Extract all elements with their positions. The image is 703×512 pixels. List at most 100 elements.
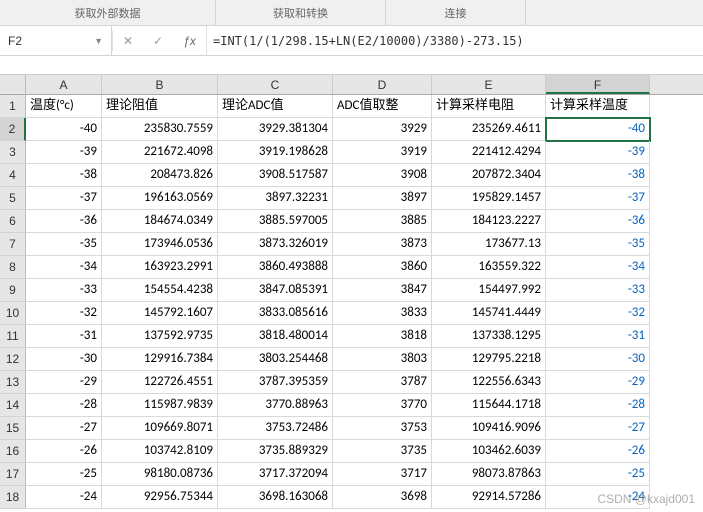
cell[interactable]: 3919.198628 [218,141,333,164]
cell[interactable]: 3919 [333,141,432,164]
row-header[interactable]: 5 [0,187,26,210]
cell-header[interactable]: 理论阻值 [102,95,218,118]
cell[interactable]: 154554.4238 [102,279,218,302]
cell[interactable]: 173946.0536 [102,233,218,256]
cell[interactable]: 3847 [333,279,432,302]
cell[interactable]: -39 [26,141,102,164]
cell[interactable]: -38 [26,164,102,187]
row-header[interactable]: 2 [0,118,26,141]
cell[interactable]: -34 [26,256,102,279]
cell[interactable]: -37 [26,187,102,210]
cell[interactable]: 3860 [333,256,432,279]
row-header[interactable]: 3 [0,141,26,164]
cell[interactable]: 3753 [333,417,432,440]
cell[interactable]: 3929.381304 [218,118,333,141]
cell[interactable]: 3847.085391 [218,279,333,302]
formula-input[interactable]: =INT(1/(1/298.15+LN(E2/10000)/3380)-273.… [207,34,703,48]
cell[interactable]: 3753.72486 [218,417,333,440]
cell[interactable]: 154497.992 [432,279,546,302]
row-header[interactable]: 4 [0,164,26,187]
check-icon[interactable]: ✓ [153,34,163,48]
cell[interactable]: 103742.8109 [102,440,218,463]
cell[interactable]: 163923.2991 [102,256,218,279]
cell-header[interactable]: 计算采样电阻 [432,95,546,118]
cell[interactable]: -30 [546,348,650,371]
cell[interactable]: -37 [546,187,650,210]
cell-header[interactable]: ADC值取整 [333,95,432,118]
column-header[interactable]: E [432,75,546,94]
name-box[interactable]: F2 ▼ [0,26,112,55]
cell[interactable]: -26 [26,440,102,463]
cell[interactable]: 3717.372094 [218,463,333,486]
cell[interactable]: -25 [26,463,102,486]
cell[interactable]: 137338.1295 [432,325,546,348]
cell[interactable]: 115987.9839 [102,394,218,417]
cell[interactable]: 3897.32231 [218,187,333,210]
cell[interactable]: 115644.1718 [432,394,546,417]
column-header[interactable]: C [218,75,333,94]
cell-header[interactable]: 温度(°c) [26,95,102,118]
cell[interactable]: 3860.493888 [218,256,333,279]
cell[interactable]: -32 [546,302,650,325]
cell[interactable]: 3818.480014 [218,325,333,348]
cell[interactable]: 3735.889329 [218,440,333,463]
row-header[interactable]: 9 [0,279,26,302]
row-header[interactable]: 18 [0,486,26,509]
cell[interactable]: 184123.2227 [432,210,546,233]
cell[interactable]: 3717 [333,463,432,486]
cell[interactable]: 221672.4098 [102,141,218,164]
cell[interactable]: 3803.254468 [218,348,333,371]
cell[interactable]: 207872.3404 [432,164,546,187]
row-header[interactable]: 12 [0,348,26,371]
cell[interactable]: -40 [546,118,650,141]
cell[interactable]: 103462.6039 [432,440,546,463]
row-header[interactable]: 1 [0,95,26,118]
cell[interactable]: 3803 [333,348,432,371]
cell[interactable]: -33 [26,279,102,302]
cell-header[interactable]: 理论ADC值 [218,95,333,118]
cell[interactable]: 3818 [333,325,432,348]
cell[interactable]: 3929 [333,118,432,141]
cell[interactable]: 137592.9735 [102,325,218,348]
cell[interactable]: -31 [26,325,102,348]
cell[interactable]: 98073.87863 [432,463,546,486]
row-header[interactable]: 14 [0,394,26,417]
chevron-down-icon[interactable]: ▼ [94,36,103,46]
row-header[interactable]: 10 [0,302,26,325]
cell[interactable]: 195829.1457 [432,187,546,210]
cancel-icon[interactable]: ✕ [123,34,133,48]
cell[interactable]: 235830.7559 [102,118,218,141]
cell[interactable]: -29 [26,371,102,394]
row-header[interactable]: 11 [0,325,26,348]
cell[interactable]: -24 [546,486,650,509]
cell[interactable]: -35 [546,233,650,256]
cell[interactable]: 3885.597005 [218,210,333,233]
column-header[interactable]: B [102,75,218,94]
cell[interactable]: -40 [26,118,102,141]
cell[interactable]: 163559.322 [432,256,546,279]
cell[interactable]: 221412.4294 [432,141,546,164]
cell[interactable]: 3735 [333,440,432,463]
cell[interactable]: 3873 [333,233,432,256]
row-header[interactable]: 16 [0,440,26,463]
cell[interactable]: 3908.517587 [218,164,333,187]
cell[interactable]: -29 [546,371,650,394]
cell[interactable]: 196163.0569 [102,187,218,210]
row-header[interactable]: 15 [0,417,26,440]
cell[interactable]: -36 [26,210,102,233]
cell[interactable]: 145741.4449 [432,302,546,325]
cell[interactable]: 3787 [333,371,432,394]
cell[interactable]: -36 [546,210,650,233]
column-header[interactable]: F [546,75,650,94]
cell[interactable]: -24 [26,486,102,509]
cell[interactable]: -34 [546,256,650,279]
cell[interactable]: 3787.395359 [218,371,333,394]
cell[interactable]: -38 [546,164,650,187]
fx-icon[interactable]: ƒx [173,26,207,55]
cell[interactable]: 3833 [333,302,432,325]
cell[interactable]: -30 [26,348,102,371]
cell[interactable]: 208473.826 [102,164,218,187]
column-header[interactable]: D [333,75,432,94]
cell[interactable]: -27 [546,417,650,440]
cell[interactable]: -31 [546,325,650,348]
